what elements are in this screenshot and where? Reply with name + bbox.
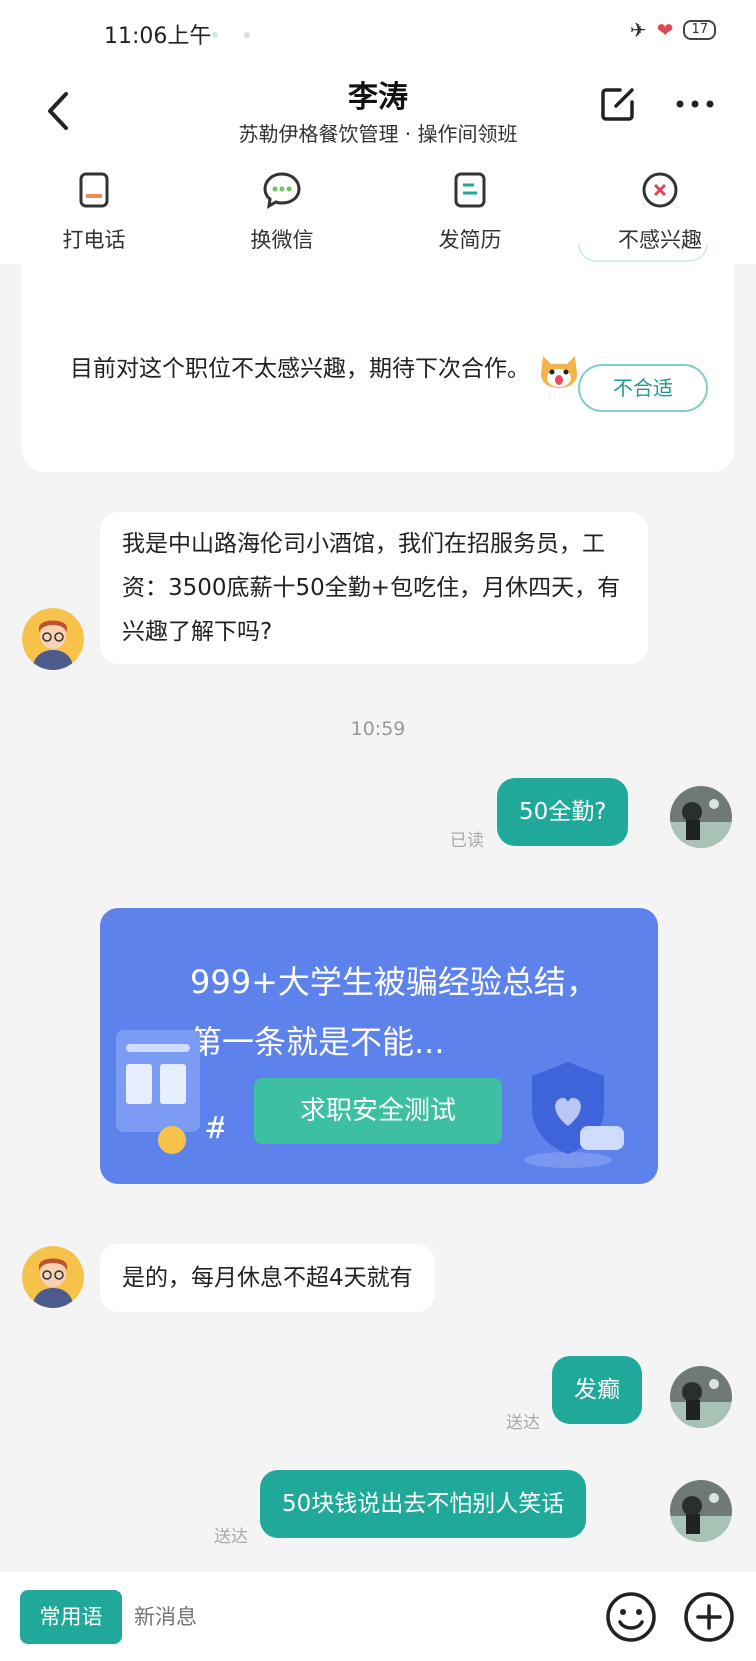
not-interested-button[interactable]: 不感兴趣 xyxy=(590,170,730,254)
more-icon xyxy=(676,100,714,108)
message-bubble-received: 是的，每月休息不超4天就有 xyxy=(100,1244,435,1312)
emoji-button[interactable] xyxy=(604,1590,658,1644)
battery-icon: 17 xyxy=(683,20,716,40)
heart-icon: ❤ xyxy=(656,18,674,42)
promo-title: 999+大学生被骗经验总结，第一条就是不能... xyxy=(190,963,598,1061)
unfit-button[interactable]: 不合适 xyxy=(578,364,708,412)
emoji-icon xyxy=(606,1592,656,1642)
card-message: 目前对这个职位不太感兴趣，期待下次合作。 xyxy=(70,348,590,390)
contact-name: 李涛 xyxy=(348,80,408,115)
job-safety-promo[interactable]: 999+大学生被骗经验总结，第一条就是不能... 求职安全测试 # xyxy=(100,908,658,1184)
not-interested-icon xyxy=(640,170,680,210)
chat-header: 李涛 苏勒伊格餐饮管理 · 操作间领班 xyxy=(0,64,756,160)
resume-icon xyxy=(450,170,490,210)
my-avatar[interactable] xyxy=(670,786,732,848)
exchange-wechat-button[interactable]: 换微信 xyxy=(212,170,352,254)
message-bubble-sent: 发癫 xyxy=(552,1356,642,1424)
phone-icon xyxy=(74,170,114,210)
more-button[interactable] xyxy=(672,84,718,124)
edit-button[interactable] xyxy=(598,84,638,124)
delivered-status: 送达 xyxy=(214,1527,248,1547)
notification-dot-icon xyxy=(212,32,218,38)
my-avatar[interactable] xyxy=(670,1366,732,1428)
message-timestamp: 10:59 xyxy=(350,718,406,740)
shiba-emoji-icon xyxy=(537,350,581,390)
status-bar: 11:06上午 ✈ ❤ 17 xyxy=(0,0,756,64)
reply-card: 目前对这个职位不太感兴趣，期待下次合作。 不合适 xyxy=(22,244,734,472)
send-resume-button[interactable]: 发简历 xyxy=(400,170,540,254)
message-bubble-received: 我是中山路海伦司小酒馆，我们在招服务员，工资：3500底薪十50全勤+包吃住，月… xyxy=(100,512,648,664)
input-bar: 常用语 xyxy=(0,1572,756,1661)
call-button[interactable]: 打电话 xyxy=(24,170,164,254)
message-input[interactable] xyxy=(134,1590,574,1644)
recruiter-avatar[interactable] xyxy=(22,1246,84,1308)
shield-icon xyxy=(524,1062,624,1168)
card-message-text: 目前对这个职位不太感兴趣，期待下次合作。 xyxy=(70,356,530,382)
airplane-icon: ✈ xyxy=(629,18,647,42)
svg-text:#: # xyxy=(204,1111,224,1146)
edit-icon xyxy=(601,88,634,121)
my-avatar[interactable] xyxy=(670,1480,732,1542)
status-icons: ✈ ❤ 17 xyxy=(630,18,716,42)
contact-company-position: 苏勒伊格餐饮管理 · 操作间领班 xyxy=(238,122,518,146)
delivered-status: 送达 xyxy=(506,1413,540,1433)
plus-icon xyxy=(684,1592,734,1642)
notification-dot-icon xyxy=(244,32,250,38)
card-button-partial[interactable] xyxy=(578,244,708,262)
common-phrases-button[interactable]: 常用语 xyxy=(20,1590,122,1644)
message-bubble-sent: 50块钱说出去不怕别人笑话 xyxy=(260,1470,587,1538)
recruiter-avatar[interactable] xyxy=(22,608,84,670)
status-time: 11:06上午 xyxy=(104,24,212,49)
read-status: 已读 xyxy=(450,831,484,851)
wechat-icon xyxy=(262,170,302,210)
job-safety-test-button[interactable]: 求职安全测试 xyxy=(254,1078,502,1144)
message-bubble-sent: 50全勤? xyxy=(497,778,629,846)
resume-illustration-icon: # xyxy=(116,1030,224,1154)
more-options-button[interactable] xyxy=(682,1590,736,1644)
